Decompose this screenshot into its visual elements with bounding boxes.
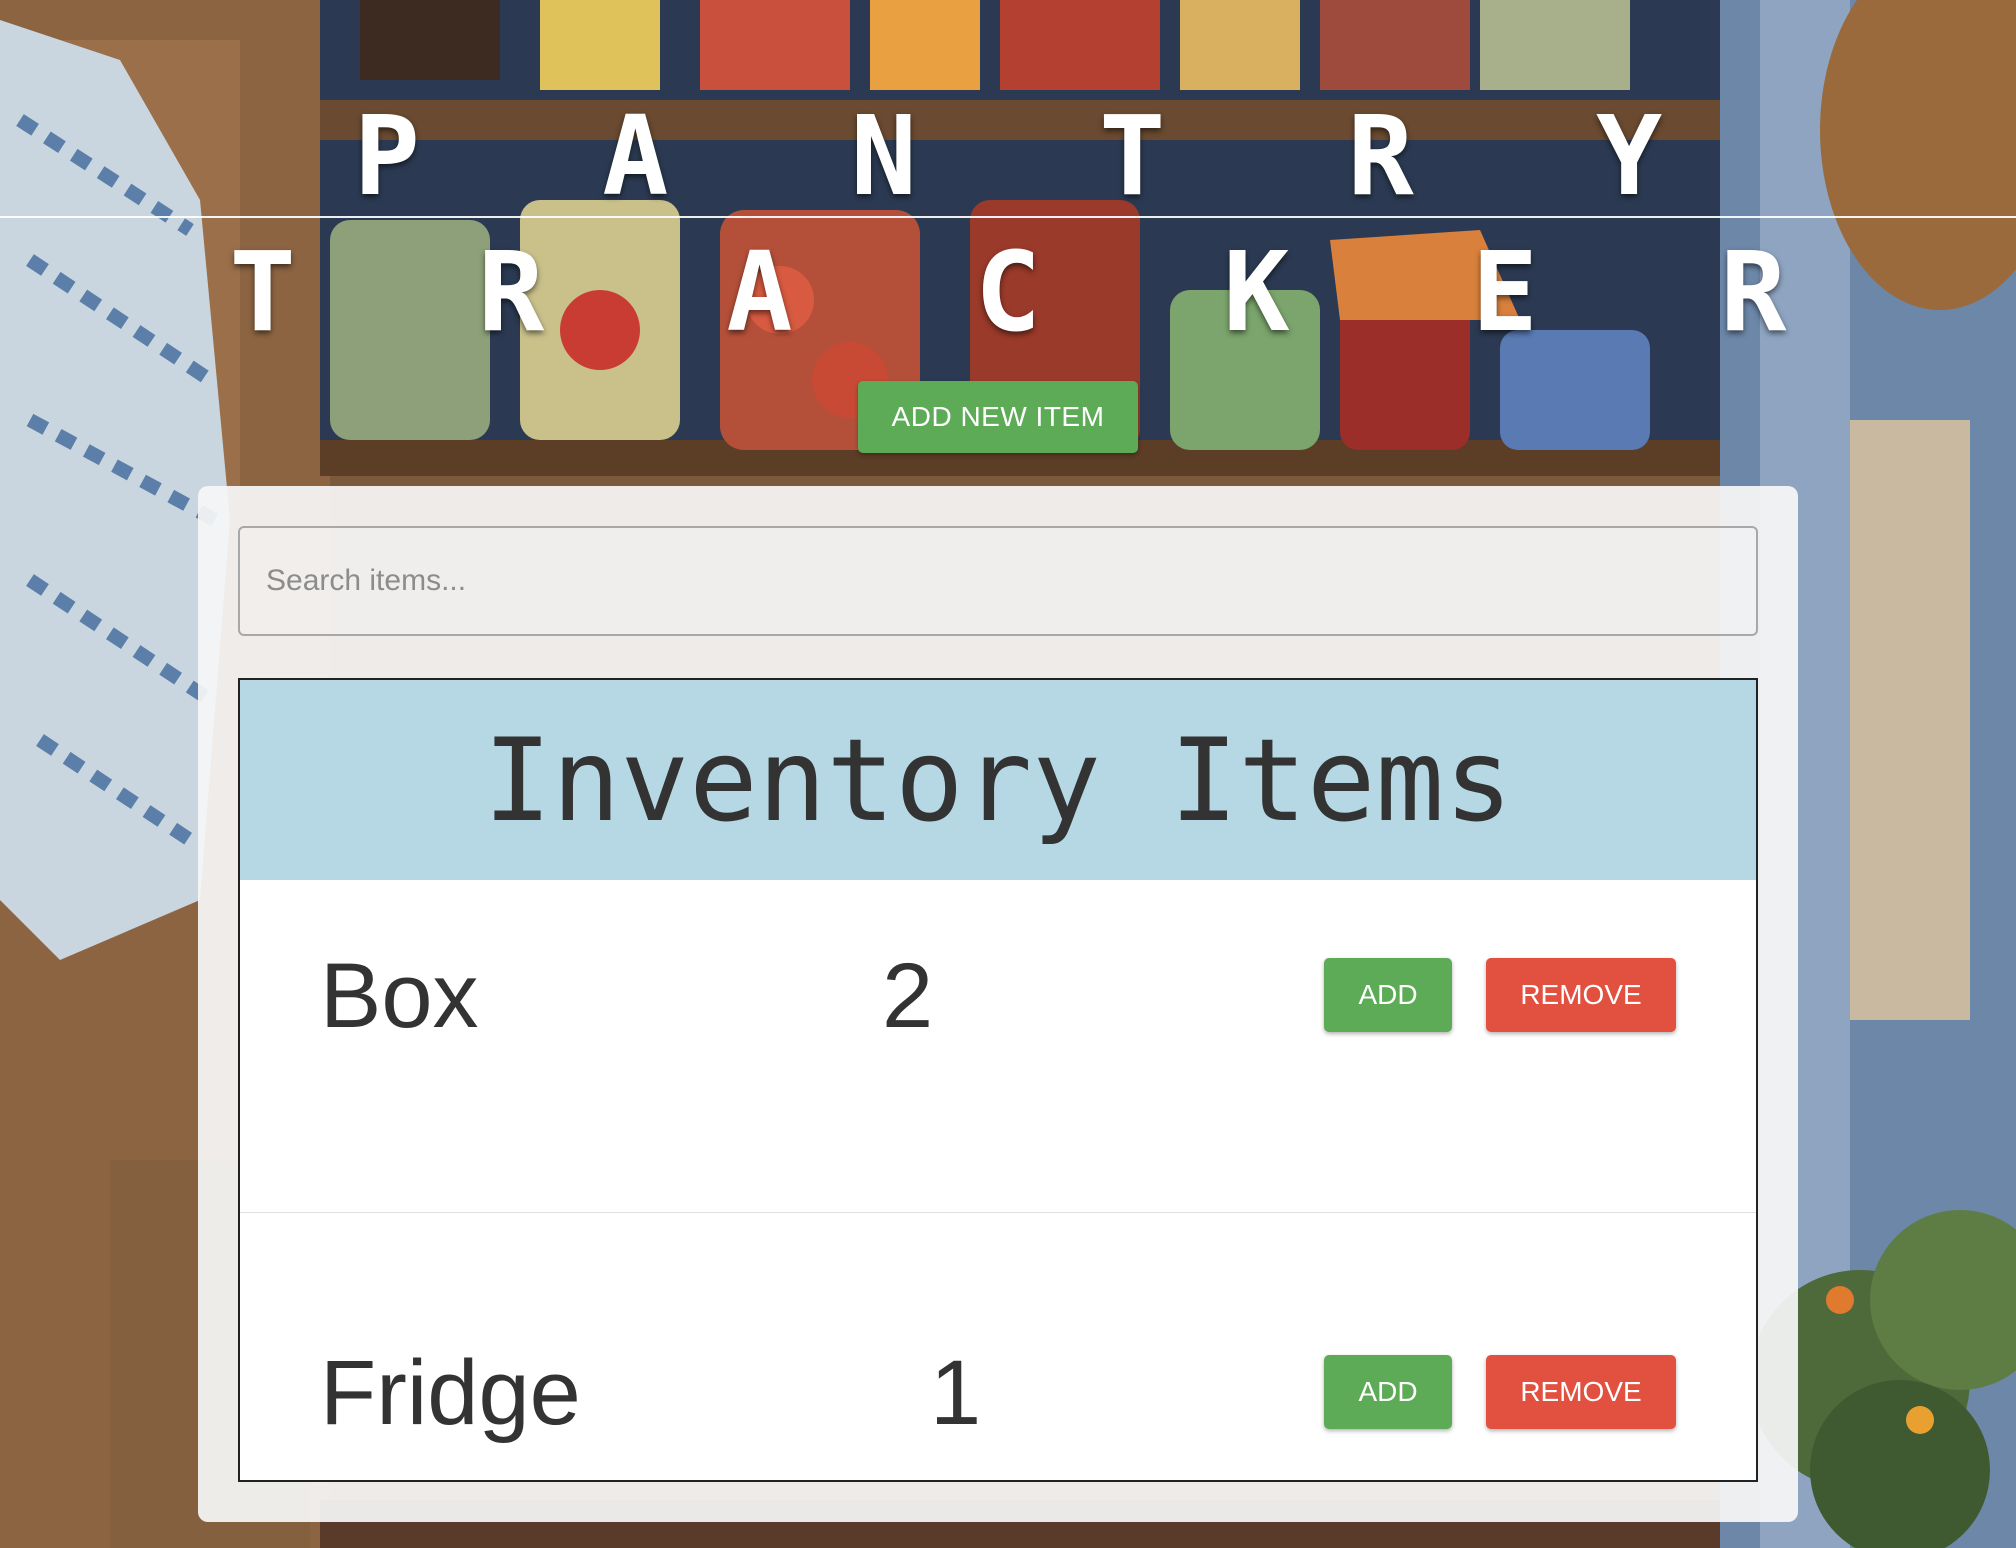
item-name: Fridge: [320, 1342, 581, 1444]
inventory-row: Box 2 ADD REMOVE: [240, 880, 1756, 1213]
page-title-line-1: P A N T R Y: [353, 92, 1721, 220]
remove-button[interactable]: REMOVE: [1486, 1355, 1676, 1429]
page-title-line-2: T R A C K E R: [229, 228, 1845, 356]
page-title: P A N T R Y T R A C K E R: [0, 88, 2016, 360]
main-panel: Inventory Items Box 2 ADD REMOVE Fridge …: [198, 486, 1798, 1522]
add-new-item-button[interactable]: ADD NEW ITEM: [858, 381, 1138, 453]
item-quantity: 1: [930, 1342, 982, 1444]
add-button[interactable]: ADD: [1324, 1355, 1452, 1429]
inventory-title: Inventory Items: [483, 713, 1513, 847]
item-name: Box: [320, 945, 479, 1047]
add-button[interactable]: ADD: [1324, 958, 1452, 1032]
item-quantity: 2: [882, 945, 934, 1047]
inventory-header: Inventory Items: [240, 680, 1756, 880]
remove-button[interactable]: REMOVE: [1486, 958, 1676, 1032]
inventory-table: Inventory Items Box 2 ADD REMOVE Fridge …: [238, 678, 1758, 1482]
search-input[interactable]: [238, 526, 1758, 636]
inventory-row: Fridge 1 ADD REMOVE: [240, 1213, 1756, 1480]
